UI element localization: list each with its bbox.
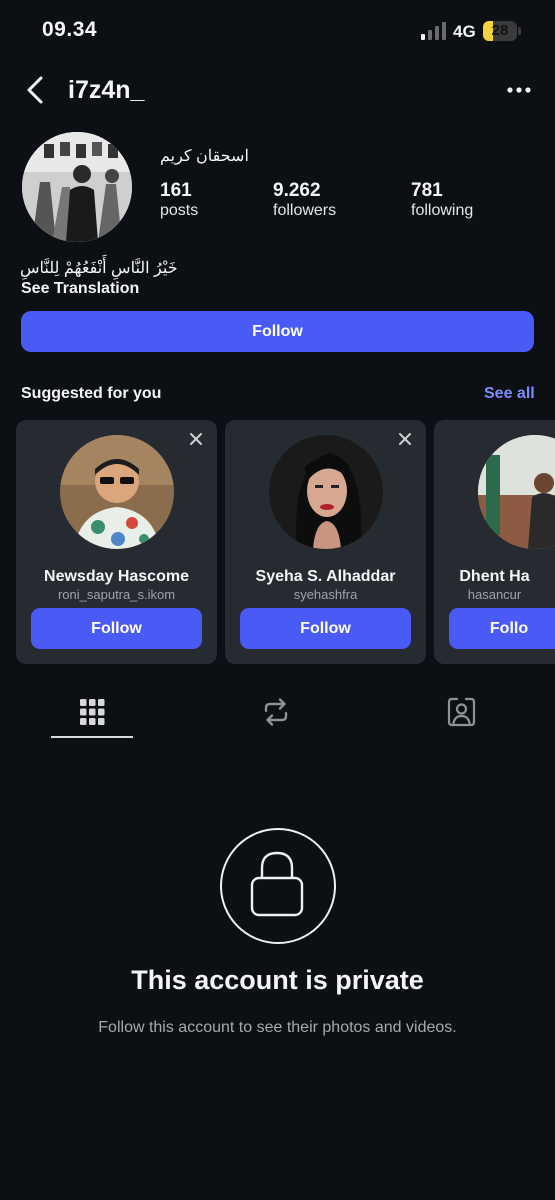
suggestion-name: Newsday Hascome (44, 568, 189, 585)
see-translation-link[interactable]: See Translation (21, 280, 139, 298)
suggestion-name: Syeha S. Alhaddar (255, 568, 396, 585)
reposts-icon[interactable] (262, 697, 290, 727)
see-all-link[interactable]: See all (484, 385, 535, 403)
suggestion-avatar[interactable] (478, 435, 555, 549)
following-count[interactable]: 781 (411, 180, 443, 202)
battery-icon: 28 (483, 21, 517, 41)
profile-username: i7z4n_ (68, 76, 145, 104)
more-options-icon[interactable] (506, 78, 532, 102)
battery-tip (518, 27, 521, 35)
private-account-subtitle: Follow this account to see their photos … (98, 1019, 457, 1036)
dismiss-icon[interactable] (189, 432, 203, 446)
profile-avatar[interactable] (22, 132, 132, 242)
follow-button[interactable]: Follow (21, 311, 534, 352)
grid-icon[interactable] (80, 699, 105, 725)
back-arrow-icon[interactable] (24, 74, 46, 106)
following-label[interactable]: following (411, 202, 473, 220)
posts-count: 161 (160, 180, 192, 201)
followers-count[interactable]: 9.262 (273, 180, 321, 202)
suggestion-name: Dhent Ha (459, 568, 530, 585)
posts-label: posts (160, 202, 199, 219)
profile-bio: خَيْرُ النَّاسِ أَنْفَعُهُمْ لِلنَّاسِ (20, 260, 178, 277)
suggestion-handle: hasancur (467, 587, 522, 602)
battery-level: 28 (491, 22, 509, 39)
cellular-signal-icon (421, 22, 446, 40)
suggestion-follow-button[interactable]: Follow (31, 608, 202, 649)
active-tab-indicator (51, 736, 133, 738)
suggestion-card[interactable]: Newsday Hascome roni_saputra_s.ikom Foll… (16, 420, 217, 664)
suggestion-avatar[interactable] (269, 435, 383, 549)
dismiss-icon[interactable] (398, 432, 412, 446)
lock-icon (250, 851, 304, 917)
network-type: 4G (453, 22, 476, 41)
suggestion-handle: syehashfra (293, 587, 358, 602)
suggestion-follow-button[interactable]: Follo (449, 608, 555, 649)
suggestion-follow-button[interactable]: Follow (240, 608, 411, 649)
suggestion-card[interactable]: Dhent Ha hasancur Follo (434, 420, 555, 664)
tagged-icon[interactable] (447, 697, 476, 727)
suggested-title: Suggested for you (21, 385, 162, 402)
suggestion-avatar[interactable] (60, 435, 174, 549)
profile-full-name: اسحقان كريم (160, 148, 249, 165)
followers-label[interactable]: followers (273, 202, 336, 220)
suggestion-card[interactable]: Syeha S. Alhaddar syehashfra Follow (225, 420, 426, 664)
status-time: 09.34 (42, 18, 98, 41)
private-account-title: This account is private (131, 965, 424, 995)
suggestion-handle: roni_saputra_s.ikom (57, 587, 176, 602)
